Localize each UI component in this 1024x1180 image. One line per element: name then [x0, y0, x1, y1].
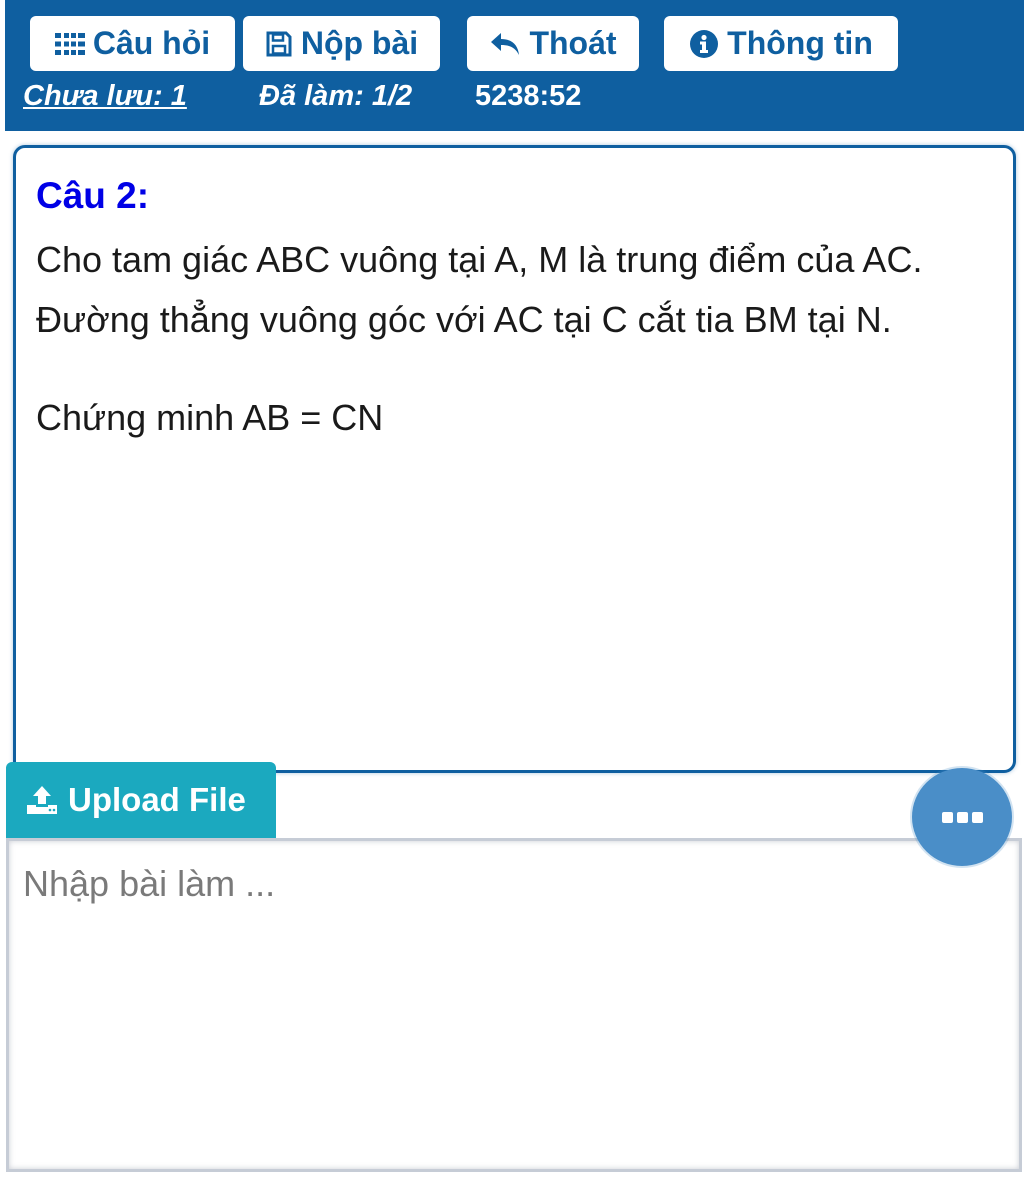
question-text: Cho tam giác ABC vuông tại A, M là trung… — [36, 230, 996, 448]
question-paragraph: Cho tam giác ABC vuông tại A, M là trung… — [36, 239, 923, 340]
top-toolbar: Câu hỏi Nộp bài Thoát Thông tin Chưa lưu… — [5, 0, 1024, 131]
question-task: Chứng minh AB = CN — [36, 397, 384, 438]
answer-textarea[interactable] — [6, 838, 1022, 1172]
save-icon — [265, 30, 293, 58]
questions-button[interactable]: Câu hỏi — [30, 16, 235, 71]
upload-icon — [26, 785, 58, 815]
question-title: Câu 2: — [36, 175, 150, 216]
reply-icon — [489, 31, 521, 57]
progress-text: Đã làm: 1/2 — [259, 80, 413, 112]
more-options-button[interactable] — [912, 768, 1012, 866]
countdown-timer: 5238:52 — [475, 80, 582, 112]
ellipsis-icon — [940, 811, 985, 823]
upload-file-label: Upload File — [68, 781, 246, 818]
questions-label: Câu hỏi — [92, 25, 211, 61]
exit-button[interactable]: Thoát — [467, 16, 639, 71]
unsaved-count-link[interactable]: Chưa lưu: 1 — [23, 76, 187, 116]
info-button[interactable]: Thông tin — [664, 16, 898, 71]
exit-label: Thoát — [529, 25, 617, 61]
upload-file-button[interactable]: Upload File — [6, 762, 276, 838]
question-card: Câu 2: Cho tam giác ABC vuông tại A, M l… — [13, 145, 1016, 773]
submit-button[interactable]: Nộp bài — [243, 16, 440, 71]
submit-label: Nộp bài — [300, 25, 419, 61]
grid-icon — [54, 32, 85, 56]
info-label: Thông tin — [727, 25, 873, 61]
info-icon — [689, 29, 719, 59]
